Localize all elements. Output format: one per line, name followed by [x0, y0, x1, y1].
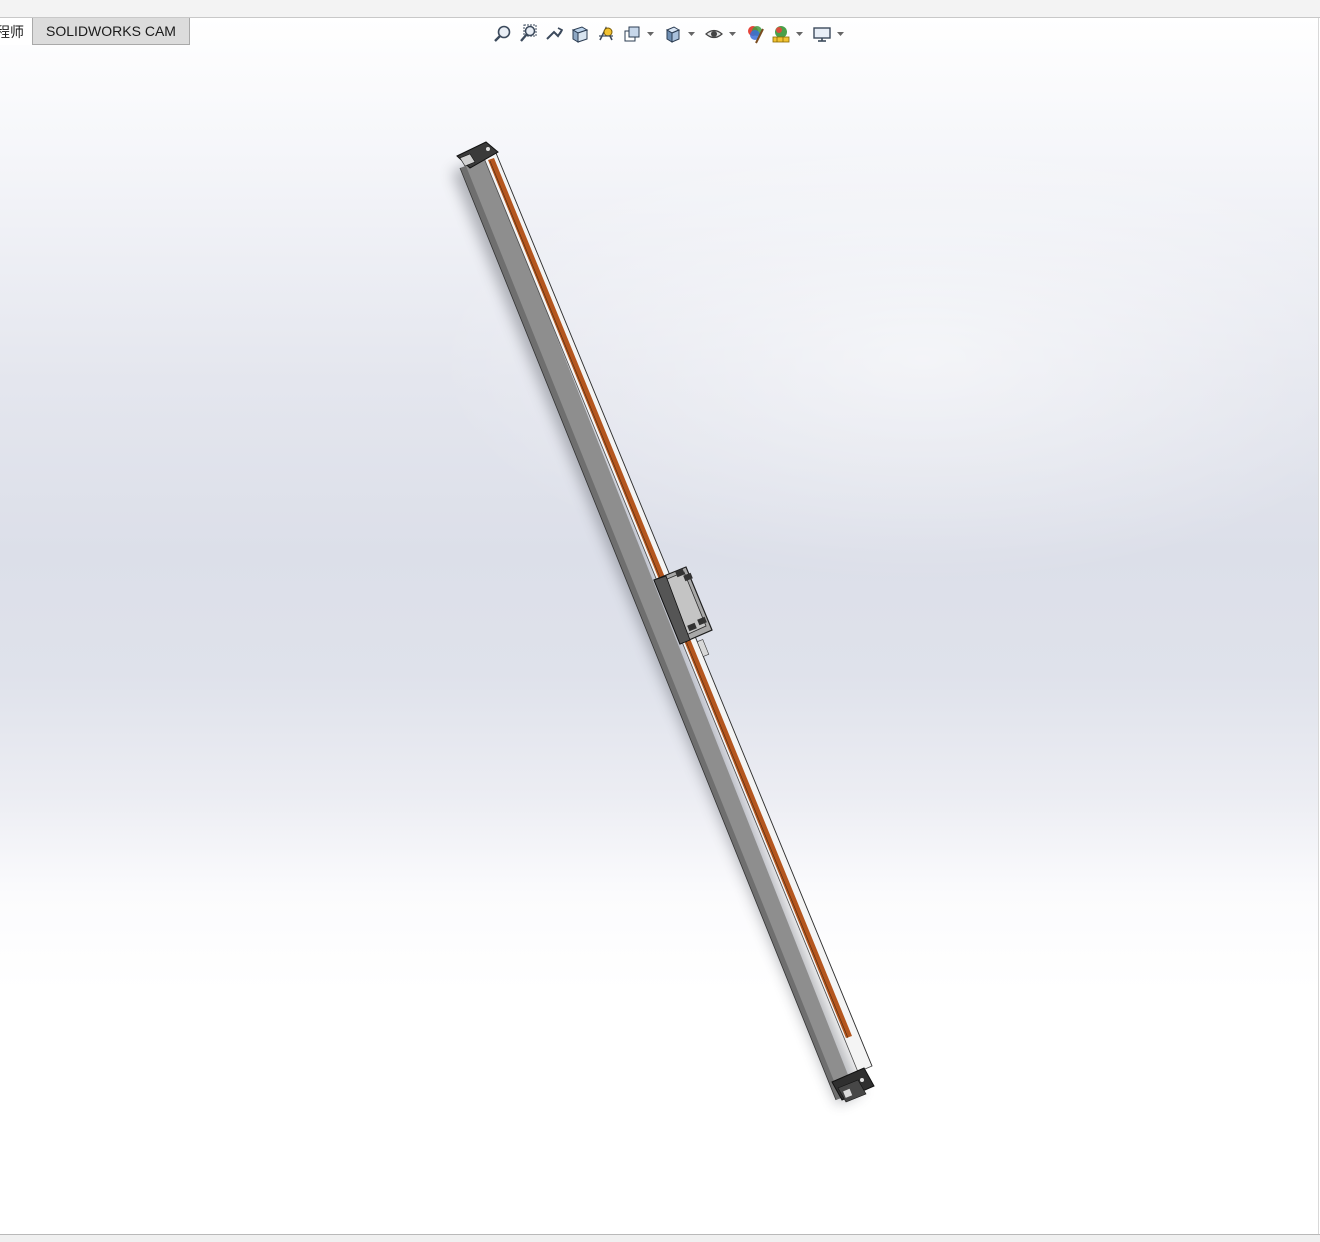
- dynamic-annotation-button[interactable]: [594, 23, 618, 45]
- command-manager-tabs: 程师 SOLIDWORKS CAM: [0, 18, 190, 45]
- solidworks-window: 程师 SOLIDWORKS CAM: [0, 0, 1320, 1242]
- hide-show-button[interactable]: [702, 23, 726, 45]
- chevron-down-icon: [729, 31, 736, 36]
- status-strip: [0, 1234, 1320, 1242]
- title-strip: [0, 0, 1320, 18]
- chevron-down-icon: [837, 31, 844, 36]
- previous-view-button[interactable]: [542, 23, 566, 45]
- display-style-dropdown[interactable]: [687, 23, 696, 45]
- apply-scene-icon: [772, 26, 790, 43]
- graphics-area[interactable]: [0, 18, 1319, 1234]
- dynamic-annotation-views-icon: [599, 26, 613, 41]
- hide-show-items-icon: [705, 29, 723, 39]
- view-settings-button[interactable]: [810, 23, 834, 45]
- edit-appearance-icon: [748, 26, 764, 44]
- rail-main-face: [466, 158, 854, 1096]
- display-style-button[interactable]: [661, 23, 685, 45]
- linear-rail-model[interactable]: [0, 18, 1318, 1234]
- view-orientation-button[interactable]: [620, 23, 644, 45]
- view-settings-dropdown[interactable]: [836, 23, 845, 45]
- display-style-icon: [665, 26, 681, 43]
- edit-appearance-button[interactable]: [743, 23, 767, 45]
- previous-view-icon: [546, 27, 564, 40]
- rail-outline-left: [459, 167, 837, 1101]
- tab-partial-label: 程师: [0, 23, 24, 40]
- view-orientation-icon: [624, 26, 640, 42]
- zoom-to-area-icon: [520, 24, 537, 42]
- tab-partial[interactable]: 程师: [0, 18, 32, 45]
- section-view-icon: [571, 26, 589, 43]
- chevron-down-icon: [647, 31, 654, 36]
- view-orientation-dropdown[interactable]: [646, 23, 655, 45]
- tab-solidworks-cam-label: SOLIDWORKS CAM: [46, 23, 176, 39]
- chevron-down-icon: [796, 31, 803, 36]
- view-settings-icon: [813, 27, 831, 42]
- chevron-down-icon: [688, 31, 695, 36]
- hide-show-dropdown[interactable]: [728, 23, 737, 45]
- tab-solidworks-cam[interactable]: SOLIDWORKS CAM: [32, 18, 190, 45]
- zoom-to-area-button[interactable]: [516, 23, 540, 45]
- zoom-to-fit-icon: [494, 25, 511, 42]
- section-view-button[interactable]: [568, 23, 592, 45]
- heads-up-view-toolbar: [490, 22, 851, 46]
- apply-scene-dropdown[interactable]: [795, 23, 804, 45]
- apply-scene-button[interactable]: [769, 23, 793, 45]
- zoom-to-fit-button[interactable]: [490, 23, 514, 45]
